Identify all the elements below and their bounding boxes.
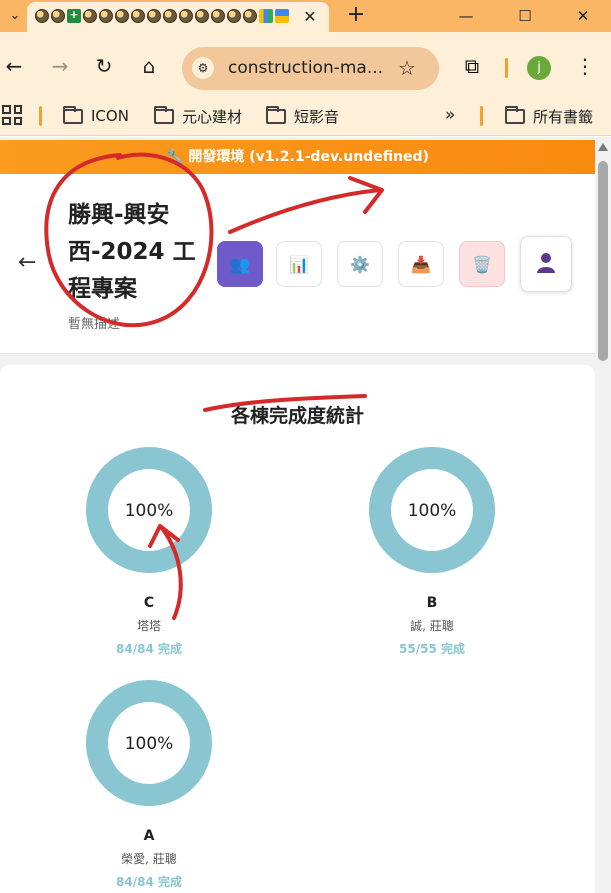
completion-percent: 100% (125, 734, 174, 754)
favicon-icon (99, 9, 113, 23)
building-name: C (143, 595, 155, 611)
building-stat-b: 100% B 誠, 莊聰 55/55 完成 (352, 447, 512, 657)
favicon-icon (115, 9, 129, 23)
home-icon[interactable]: ⌂ (137, 54, 161, 78)
bookmark-label: 元心建材 (182, 107, 243, 126)
team-button[interactable]: 👥 (217, 241, 263, 287)
bookmark-label: ICON (91, 107, 129, 125)
folder-icon (154, 105, 174, 124)
bookmark-folder-short-video[interactable]: 短影音 (266, 105, 339, 127)
building-name: B (426, 595, 438, 611)
completion-donut: 100% (86, 447, 212, 573)
bookmark-label: 短影音 (294, 107, 340, 126)
scroll-thumb[interactable] (598, 161, 608, 361)
favicon-icon (35, 9, 49, 23)
bookmarks-divider (480, 106, 483, 126)
address-bar[interactable]: ⚙ construction-ma... ☆ (182, 47, 439, 90)
bookmarks-divider (39, 106, 42, 126)
building-progress: 84/84 完成 (116, 875, 182, 889)
gear-icon: ⚙️ (350, 254, 370, 274)
google-ads-favicon-icon (259, 9, 273, 23)
trash-button[interactable]: 🗑️ (459, 241, 505, 287)
folder-icon (63, 105, 83, 124)
site-info-icon[interactable]: ⚙ (192, 57, 214, 79)
building-stats-card: 各棟完成度統計 100% C 塔塔 84/84 完成 100% B 誠, 莊聰 … (0, 365, 595, 893)
back-icon[interactable]: ← (2, 54, 26, 78)
tab-strip: ⌄ + ✕ + — ☐ ✕ (0, 0, 611, 32)
folder-icon (505, 105, 525, 124)
menu-kebab-icon[interactable]: ⋮ (573, 54, 597, 78)
project-header: ← 勝興-興安西-2024 工程專案 暫無描述 👥 📊 ⚙️ 📥 🗑️ (0, 174, 595, 354)
favicon-icon (243, 9, 257, 23)
completion-percent: 100% (125, 501, 174, 521)
bar-chart-icon: 📊 (289, 254, 309, 274)
completion-donut: 100% (369, 447, 495, 573)
chart-button[interactable]: 📊 (276, 241, 322, 287)
bookmark-star-icon[interactable]: ☆ (398, 56, 416, 80)
page-viewport: 🔧 開發環境 (v1.2.1-dev.undefined) ← 勝興-興安西-2… (0, 137, 595, 893)
favicon-icon (163, 9, 177, 23)
back-arrow-button[interactable]: ← (18, 250, 36, 275)
apps-grid-icon[interactable] (2, 105, 22, 125)
settings-button[interactable]: ⚙️ (337, 241, 383, 287)
bookmark-folder-yuanxin[interactable]: 元心建材 (154, 105, 242, 127)
browser-toolbar: ← → ↻ ⌂ ⚙ construction-ma... ☆ ⧉ j ⋮ (0, 32, 611, 96)
environment-banner: 🔧 開發環境 (v1.2.1-dev.undefined) (0, 140, 595, 174)
building-stat-c: 100% C 塔塔 84/84 完成 (69, 447, 229, 657)
building-stat-a: 100% A 榮愛, 莊聰 84/84 完成 (69, 680, 229, 890)
building-people: 塔塔 (136, 619, 161, 633)
user-button[interactable] (520, 236, 572, 292)
completion-percent: 100% (408, 501, 457, 521)
favicon-icon (147, 9, 161, 23)
inbox-icon: 📥 (411, 254, 431, 274)
google-analytics-favicon-icon (275, 9, 289, 23)
close-window-button[interactable]: ✕ (563, 4, 603, 28)
forward-icon[interactable]: → (48, 54, 72, 78)
tab-favicons: + (35, 9, 289, 23)
project-title: 勝興-興安西-2024 工程專案 (68, 202, 196, 302)
extensions-puzzle-icon[interactable]: ⧉ (460, 54, 484, 78)
page-scrollbar[interactable] (595, 137, 611, 893)
tab-close-icon[interactable]: ✕ (299, 6, 321, 28)
user-icon (534, 250, 558, 278)
toolbar-divider (505, 58, 508, 78)
scroll-up-arrow-icon[interactable] (598, 143, 608, 151)
stats-title: 各棟完成度統計 (230, 405, 364, 427)
building-people: 誠, 莊聰 (410, 619, 454, 633)
favicon-icon (227, 9, 241, 23)
new-tab-button[interactable]: + (344, 3, 368, 27)
profile-avatar[interactable]: j (527, 56, 551, 80)
all-bookmarks-folder[interactable]: 所有書籤 (505, 105, 593, 127)
completion-donut: 100% (86, 680, 212, 806)
bookmarks-bar: ICON 元心建材 短影音 » 所有書籤 (0, 96, 611, 136)
building-progress: 84/84 完成 (116, 642, 182, 656)
address-text[interactable]: construction-ma... (228, 58, 383, 78)
folder-icon (266, 105, 286, 124)
maximize-button[interactable]: ☐ (505, 4, 545, 28)
team-icon: 👥 (230, 254, 250, 274)
favicon-icon (195, 9, 209, 23)
building-progress: 55/55 完成 (399, 642, 465, 656)
favicon-icon (131, 9, 145, 23)
bookmark-folder-icon-item[interactable]: ICON (63, 105, 129, 127)
favicon-icon (211, 9, 225, 23)
favicon-icon (179, 9, 193, 23)
favicon-icon (51, 9, 65, 23)
building-people: 榮愛, 莊聰 (121, 852, 177, 866)
tab-search-chevron-icon[interactable]: ⌄ (4, 5, 26, 27)
active-tab[interactable]: + ✕ (27, 2, 329, 32)
all-bookmarks-label: 所有書籤 (533, 107, 594, 126)
minimize-button[interactable]: — (446, 4, 486, 28)
bookmarks-overflow-chevron[interactable]: » (445, 105, 455, 125)
reload-icon[interactable]: ↻ (92, 54, 116, 78)
favicon-icon (83, 9, 97, 23)
trash-icon: 🗑️ (472, 254, 492, 274)
project-description: 暫無描述 (68, 317, 121, 332)
building-name: A (143, 828, 155, 844)
inbox-button[interactable]: 📥 (398, 241, 444, 287)
favicon-cross-icon: + (67, 9, 81, 23)
